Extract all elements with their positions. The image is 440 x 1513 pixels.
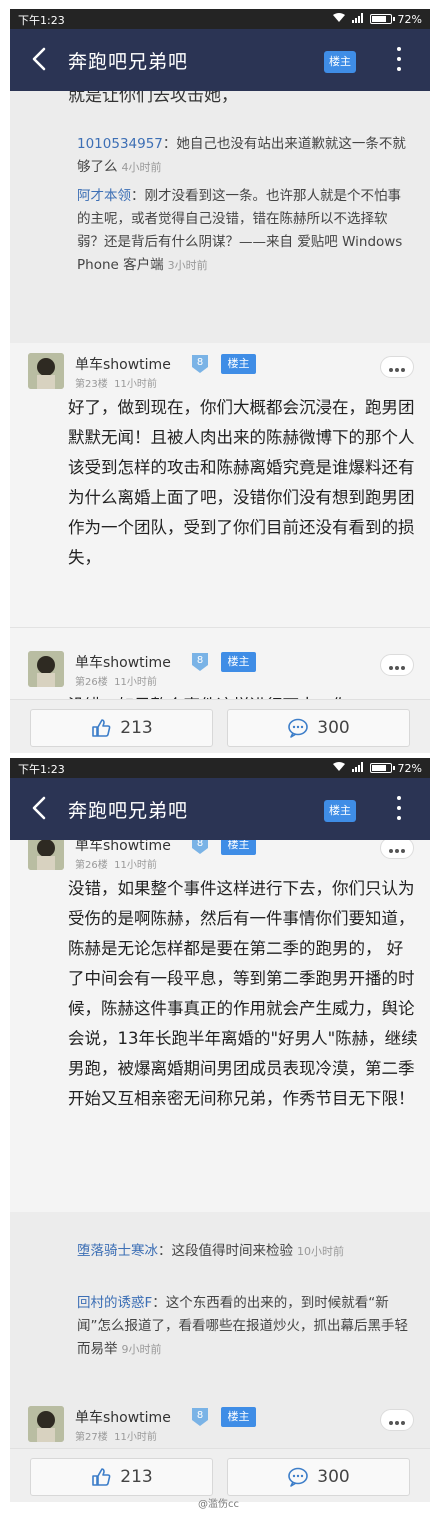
post-text-tail: 就是让你们去攻击她， [68, 91, 238, 106]
status-time: 下午1:23 [18, 763, 65, 776]
watermark: @滥伤cc [198, 1499, 239, 1510]
level-number: 8 [196, 1410, 204, 1421]
author-name[interactable]: 单车showtime [75, 354, 171, 374]
like-button[interactable]: 213 [30, 709, 213, 747]
app-bar: 奔跑吧兄弟吧 楼主 [10, 29, 430, 91]
post-body-peek: 没错，如果整个事件这样进行下去，你 [68, 691, 418, 699]
comment-icon [288, 1467, 309, 1487]
post-more-button[interactable] [380, 356, 414, 378]
back-arrow-icon[interactable] [26, 793, 54, 823]
reply-username[interactable]: 堕落骑士寒冰 [77, 1243, 158, 1259]
wifi-icon [332, 761, 346, 775]
op-tag: 楼主 [221, 652, 256, 672]
reply-username[interactable]: 回村的诱惑F [77, 1295, 152, 1311]
post-time: 11小时前 [114, 1432, 157, 1443]
floor-number: 第23楼 [75, 379, 108, 390]
signal-icon [351, 12, 364, 26]
like-count: 213 [120, 1467, 153, 1487]
more-menu-icon[interactable] [393, 796, 405, 824]
reply-time: 4小时前 [121, 161, 162, 174]
avatar[interactable] [28, 651, 64, 687]
floor-info: 第26楼 11小时前 [75, 673, 157, 688]
forum-title: 奔跑吧兄弟吧 [68, 51, 189, 73]
reply-username[interactable]: 1010534957 [77, 136, 163, 152]
status-bar: 下午1:23 72% [10, 9, 430, 29]
forum-title: 奔跑吧兄弟吧 [68, 800, 189, 822]
floor-info: 第23楼 11小时前 [75, 375, 157, 390]
post-time: 11小时前 [114, 677, 157, 688]
reply-time: 10小时前 [297, 1245, 344, 1258]
post-more-button[interactable] [380, 840, 414, 859]
bottom-action-bar: 213 300 [10, 1448, 430, 1502]
status-time: 下午1:23 [18, 14, 65, 27]
app-bar: 奔跑吧兄弟吧 楼主 [10, 778, 430, 840]
more-menu-icon[interactable] [393, 47, 405, 75]
avatar[interactable] [28, 840, 64, 870]
level-badge: 8 [189, 652, 211, 672]
reply-item: 阿才本领：刚才没看到这一条。也许那人就是个不怕事的主呢，或者觉得自己没错，错在陈… [77, 188, 403, 273]
op-tag: 楼主 [221, 1407, 256, 1427]
level-number: 8 [196, 655, 204, 666]
floor-info: 第26楼 11小时前 [75, 856, 157, 871]
op-tag: 楼主 [221, 840, 256, 855]
like-button[interactable]: 213 [30, 1458, 213, 1496]
post-header: 单车showtime 8 楼主 第27楼 11小时前 [10, 1406, 430, 1448]
battery-icon [369, 763, 395, 773]
post-body: 没错，如果整个事件这样进行下去，你们只认为受伤的是啊陈赫，然后有一件事情你们要知… [68, 879, 418, 1108]
bottom-action-bar: 213 300 [10, 699, 430, 753]
comment-icon [288, 718, 309, 738]
thumbs-up-icon [92, 1468, 111, 1486]
reply-item: 回村的诱惑F：这个东西看的出来的，到时候就看“新闻”怎么报道了，看看哪些在报道炒… [77, 1295, 408, 1357]
level-number: 8 [196, 840, 204, 849]
level-badge: 8 [189, 354, 211, 374]
screenshot-2: 下午1:23 72% 奔跑吧兄弟吧 楼主 单车showtime 8 楼主 第26… [10, 758, 430, 1502]
status-bar: 下午1:23 72% [10, 758, 430, 778]
floor-number: 第26楼 [75, 860, 108, 871]
reply-username[interactable]: 阿才本领 [77, 188, 131, 204]
avatar[interactable] [28, 1406, 64, 1442]
comment-button[interactable]: 300 [227, 709, 410, 747]
author-name[interactable]: 单车showtime [75, 1407, 171, 1427]
reply-item: 堕落骑士寒冰：这段值得时间来检验 10小时前 [77, 1243, 344, 1259]
post-time: 11小时前 [114, 379, 157, 390]
reply-item: 1010534957：她自己也没有站出来道歉就这一条不就够了么 4小时前 [77, 136, 406, 175]
battery-level: 72% [397, 12, 422, 26]
only-op-button[interactable]: 楼主 [324, 800, 356, 822]
screenshot-1: 下午1:23 72% 奔跑吧兄弟吧 楼主 就是让你们去攻击她， 10105349… [10, 9, 430, 753]
thread-content: 就是让你们去攻击她， 1010534957：她自己也没有站出来道歉就这一条不就够… [10, 91, 430, 699]
wifi-icon [332, 12, 346, 26]
author-name[interactable]: 单车showtime [75, 652, 171, 672]
post-more-button[interactable] [380, 1409, 414, 1431]
only-op-button[interactable]: 楼主 [324, 51, 356, 73]
thumbs-up-icon [92, 719, 111, 737]
comment-count: 300 [317, 1467, 350, 1487]
signal-icon [351, 761, 364, 775]
comment-button[interactable]: 300 [227, 1458, 410, 1496]
post-more-button[interactable] [380, 654, 414, 676]
level-number: 8 [196, 357, 204, 368]
back-arrow-icon[interactable] [26, 44, 54, 74]
comment-count: 300 [317, 718, 350, 738]
level-badge: 8 [189, 840, 211, 855]
like-count: 213 [120, 718, 153, 738]
level-badge: 8 [189, 1407, 211, 1427]
reply-time: 3小时前 [167, 259, 208, 272]
battery-icon [369, 14, 395, 24]
divider [10, 627, 430, 628]
floor-number: 第26楼 [75, 677, 108, 688]
floor-info: 第27楼 11小时前 [75, 1428, 157, 1443]
reply-text: 这段值得时间来检验 [171, 1243, 294, 1259]
battery-level: 72% [397, 761, 422, 775]
post-time: 11小时前 [114, 860, 157, 871]
reply-list: 就是让你们去攻击她， 1010534957：她自己也没有站出来道歉就这一条不就够… [10, 91, 430, 343]
reply-time: 9小时前 [121, 1343, 162, 1356]
op-tag: 楼主 [221, 354, 256, 374]
thread-content: 单车showtime 8 楼主 第26楼 11小时前 没错，如果整个事件这样进行… [10, 840, 430, 1448]
avatar[interactable] [28, 353, 64, 389]
author-name[interactable]: 单车showtime [75, 840, 171, 855]
floor-number: 第27楼 [75, 1432, 108, 1443]
post-body: 好了，做到现在，你们大概都会沉浸在，跑男团默默无闻！且被人肉出来的陈赫微博下的那… [68, 398, 415, 567]
